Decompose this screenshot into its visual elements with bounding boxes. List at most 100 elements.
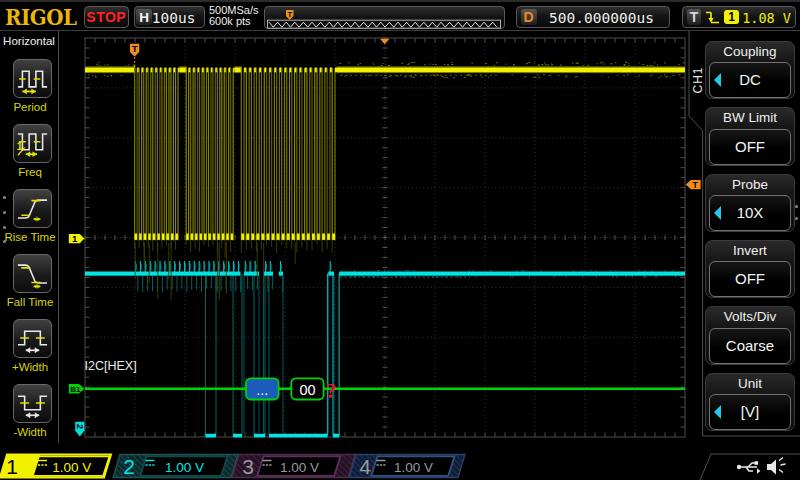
minus-width-icon [14,385,51,422]
acquisition-readout: 500MSa/s 600k pts [209,5,259,28]
invert-label: Invert [706,243,794,258]
volts-div-value: Coarse [710,329,790,362]
channel-number: 2 [123,455,135,478]
channel-cell-4[interactable]: 4 1.00 V [349,455,465,479]
measure-item-fall-time[interactable] [13,254,52,293]
channel-status-bar: 11.00 V21.00 V31.00 V41.00 V [0,443,800,480]
trigger-source-badge: 1 [724,10,739,24]
channel-number: 1 [6,455,18,478]
status-bar: RIGOL STOP H 100us 500MSa/s 600k pts T D… [0,0,800,31]
volts-div-value-box: Coarse [709,328,791,364]
trigger-level-value: 1.08 V [742,10,791,26]
menu-item-volts-div[interactable]: Volts/Div Coarse [705,306,795,365]
probe-label: Probe [706,177,794,192]
rise-time-icon [14,190,51,227]
invert-value: OFF [710,262,790,295]
measure-item-freq-label: Freq [0,166,60,178]
invert-value-box: OFF [709,261,791,297]
memory-depth: 600k pts [209,16,259,28]
memory-position-preview[interactable]: T [264,6,505,29]
center-reference-marker [380,39,390,44]
delay-prefix: D [521,9,537,26]
channel-number: 4 [359,455,371,478]
volts-div-label: Volts/Div [706,309,794,324]
trigger-prefix: T [687,9,701,26]
scroll-indicator-dot [3,226,6,229]
measure-item-period-label: Period [0,101,60,113]
measure-sidebar: Horizontal Period 1 Freq [0,31,59,448]
measure-item-period[interactable] [13,59,52,98]
channel-cell-1[interactable]: 1 1.00 V [0,455,111,479]
decode-format-label: I2C[HEX] [85,359,137,373]
channel-scale-value: 1.00 V [165,460,204,475]
run-state-button[interactable]: STOP [84,6,130,28]
delay-readout[interactable]: D 500.000000us [516,6,670,28]
measure-item-rise-time-label: Rise Time [0,231,60,243]
measure-category-title: Horizontal [0,35,58,47]
rigol-logo: RIGOL [5,4,77,30]
measure-item-rise-time[interactable] [13,189,52,228]
decode-packet-value: 00 [299,382,315,398]
channel-scale-value: 1.00 V [280,460,319,475]
menu-item-bw-limit[interactable]: BW Limit OFF [705,107,795,166]
bus-marker-label: B1 [70,385,81,394]
measure-item-fall-time-label: Fall Time [0,296,60,308]
channel-scale-value: 1.00 V [394,460,433,475]
period-icon [14,60,51,97]
preview-trigger-label: T [287,10,292,19]
scroll-indicator-dot [795,205,798,208]
scroll-indicator-dot [3,211,6,214]
usb-icon [737,461,761,474]
measure-item-pos-width-label: +Width [0,361,60,373]
delay-value: 500.000000us [543,10,661,26]
timebase-value: 100us [152,10,196,26]
menu-item-invert[interactable]: Invert OFF [705,240,795,299]
measure-item-neg-width-label: -Width [0,426,60,438]
decode-packet-value: ... [256,382,268,398]
channel-cell-2[interactable]: 2 1.00 V [113,455,238,479]
probe-value-box: 10X [709,195,791,231]
channel-cell-3[interactable]: 31.00 V [232,455,355,479]
timebase-prefix: H [136,9,152,26]
unit-label: Unit [706,376,794,391]
probe-value: 10X [710,196,790,229]
speaker-icon [767,458,786,475]
unit-value-box: [V] [709,394,791,430]
timebase-readout[interactable]: H 100us [134,6,205,28]
coupling-label: Coupling [706,44,794,59]
menu-item-coupling[interactable]: Coupling DC [705,41,795,100]
scroll-indicator-dot [3,196,6,199]
bw-limit-value-box: OFF [709,129,791,165]
plus-width-icon [14,320,51,357]
scroll-indicator-dot [795,217,798,220]
coupling-value: DC [710,63,790,96]
waveform-display: ... 00? I2C[HEX] T T 1 B1 2 [0,0,800,480]
memory-waveform-thumbnail: T [265,7,504,29]
measure-item-pos-width[interactable] [13,319,52,358]
channel-scale-value: 1.00 V [52,460,91,475]
menu-item-probe[interactable]: Probe 10X [705,174,795,233]
channel-cells: 11.00 V21.00 V31.00 V41.00 V [0,443,800,480]
trigger-position-label: T [132,43,138,54]
bw-limit-label: BW Limit [706,110,794,125]
ch2-marker-label: 2 [75,424,85,429]
ch1-marker-label: 1 [72,233,78,244]
measure-item-neg-width[interactable] [13,384,52,423]
unit-value: [V] [710,395,790,428]
trigger-readout[interactable]: T 1 1.08 V [682,6,797,28]
coupling-value-box: DC [709,62,791,98]
oscilloscope-screen: ... 00? I2C[HEX] T T 1 B1 2 RIGOL STOP H 100us … [0,0,800,480]
memory-waveform-line [269,22,497,27]
menu-item-unit[interactable]: Unit [V] [705,373,795,432]
topbar-separator [0,30,800,31]
bezel-edge [0,0,800,2]
fall-time-icon [14,255,51,292]
channel-menu: CH1 Coupling DC BW Limit OFF Probe 10X I… [688,31,800,443]
run-state-label: STOP [85,9,129,25]
menu-tab-ch1[interactable]: CH1 [691,65,705,95]
freq-icon: 1 [14,125,51,162]
bw-limit-value: OFF [710,130,790,163]
decode-error-mark: ? [326,378,337,403]
measure-item-freq[interactable]: 1 [13,124,52,163]
scroll-indicator-dot [3,240,6,243]
